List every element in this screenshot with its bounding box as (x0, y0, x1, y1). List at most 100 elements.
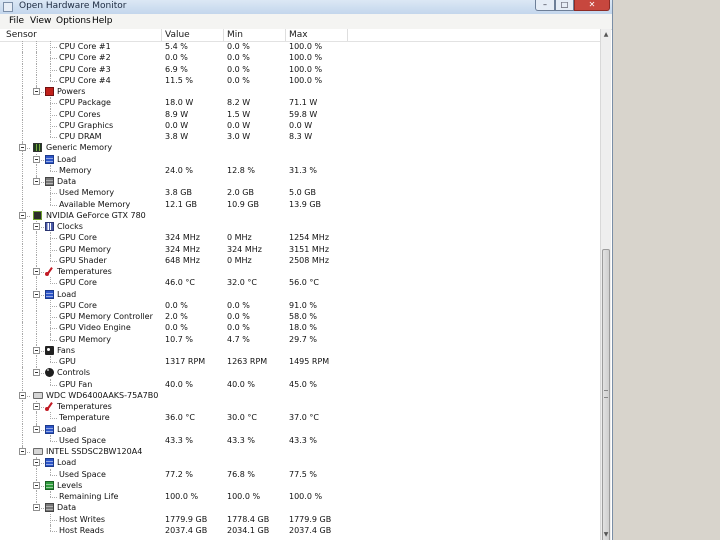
sensor-group-row[interactable]: Fans (0, 344, 600, 356)
tree-line (36, 232, 37, 244)
collapse-toggle-icon[interactable] (33, 403, 40, 410)
collapse-toggle-icon[interactable] (33, 268, 40, 275)
collapse-toggle-icon[interactable] (33, 425, 40, 433)
collapse-toggle-icon[interactable] (33, 88, 40, 95)
column-header-min[interactable]: Min (224, 29, 286, 41)
sensor-group-row[interactable]: Data (0, 502, 600, 513)
sensor-group-row[interactable]: Powers (0, 86, 600, 98)
sensor-row[interactable]: CPU Core #2 0.0 % 0.0 % 100.0 % (0, 52, 600, 64)
sensor-row[interactable]: CPU Core #1 5.4 % 0.0 % 100.0 % (0, 41, 600, 53)
sensor-row[interactable]: Host Writes 1779.9 GB 1778.4 GB 1779.9 GB (0, 513, 600, 525)
scroll-down-icon[interactable]: ▼ (601, 529, 611, 540)
sensor-max: 100.0 % (289, 53, 323, 63)
collapse-toggle-icon[interactable] (33, 369, 40, 377)
tree-branch (50, 317, 57, 318)
sensor-row[interactable]: Temperature 36.0 °C 30.0 °C 37.0 °C (0, 412, 600, 424)
sensor-min: 0.0 W (227, 120, 251, 130)
sensor-row[interactable]: GPU Memory 10.7 % 4.7 % 29.7 % (0, 333, 600, 345)
tree-line (22, 232, 23, 244)
sensor-group-row[interactable]: Load (0, 288, 600, 300)
sensor-group-row[interactable]: Data (0, 176, 600, 188)
sensor-group-row[interactable]: Controls (0, 367, 600, 379)
menu-file[interactable]: File (9, 15, 24, 27)
close-button[interactable]: ✕ (574, 0, 610, 11)
sensor-group-row[interactable]: Levels (0, 479, 600, 491)
collapse-toggle-icon[interactable] (33, 223, 40, 230)
collapse-toggle-icon[interactable] (19, 391, 26, 399)
vertical-scrollbar[interactable]: ▲ ▼ (600, 29, 611, 540)
sensor-row[interactable]: Used Memory 3.8 GB 2.0 GB 5.0 GB (0, 187, 600, 199)
data-icon (45, 177, 54, 186)
tree-line (22, 412, 23, 424)
column-header-max[interactable]: Max (286, 29, 348, 41)
sensor-row[interactable]: GPU Shader 648 MHz 0 MHz 2508 MHz (0, 254, 600, 266)
collapse-toggle-icon[interactable] (19, 144, 26, 152)
collapse-toggle-icon[interactable] (19, 211, 26, 219)
sensor-row[interactable]: Remaining Life 100.0 % 100.0 % 100.0 % (0, 491, 600, 503)
sensor-value: 3.8 GB (165, 188, 192, 198)
menu-help[interactable]: Help (92, 15, 113, 27)
scroll-up-icon[interactable]: ▲ (601, 29, 611, 40)
menu-options[interactable]: Options (56, 15, 91, 27)
sensor-value: 24.0 % (165, 165, 193, 175)
sensor-name: CPU Core #3 (59, 64, 111, 74)
sensor-row[interactable]: GPU 1317 RPM 1263 RPM 1495 RPM (0, 356, 600, 368)
tree-line (22, 266, 23, 278)
column-header-sensor[interactable]: Sensor (0, 29, 162, 41)
sensor-group-row[interactable]: Temperatures (0, 266, 600, 278)
collapse-toggle-icon[interactable] (33, 504, 40, 512)
sensor-row[interactable]: GPU Memory 324 MHz 324 MHz 3151 MHz (0, 243, 600, 255)
sensor-row[interactable]: Used Space 77.2 % 76.8 % 77.5 % (0, 468, 600, 480)
collapse-toggle-icon[interactable] (33, 178, 40, 185)
tree-line (22, 131, 23, 143)
collapse-toggle-icon[interactable] (33, 290, 40, 298)
maximize-button[interactable]: □ (555, 0, 574, 11)
sensor-row[interactable]: CPU Core #4 11.5 % 0.0 % 100.0 % (0, 74, 600, 86)
title-bar[interactable]: Open Hardware Monitor – □ ✕ (0, 0, 612, 14)
sensor-row[interactable]: CPU Cores 8.9 W 1.5 W 59.8 W (0, 108, 600, 120)
sensor-row[interactable]: CPU DRAM 3.8 W 3.0 W 8.3 W (0, 131, 600, 143)
sensor-name: GPU Memory (59, 244, 111, 254)
sensor-row[interactable]: Used Space 43.3 % 43.3 % 43.3 % (0, 434, 600, 446)
sensor-min: 0 MHz (227, 233, 252, 243)
tree-line (22, 378, 23, 390)
sensor-group-row[interactable]: Clocks (0, 221, 600, 233)
sensor-row[interactable]: GPU Memory Controller 2.0 % 0.0 % 58.0 % (0, 311, 600, 323)
sensor-row[interactable]: GPU Core 0.0 % 0.0 % 91.0 % (0, 299, 600, 311)
collapse-toggle-icon[interactable] (33, 481, 40, 489)
sensor-row[interactable]: GPU Core 46.0 °C 32.0 °C 56.0 °C (0, 277, 600, 289)
tree-branch (50, 440, 57, 442)
sensor-group-row[interactable]: Load (0, 423, 600, 435)
sensor-row[interactable]: Available Memory 12.1 GB 10.9 GB 13.9 GB (0, 198, 600, 210)
collapse-toggle-icon[interactable] (33, 346, 40, 354)
column-header-value[interactable]: Value (162, 29, 224, 41)
collapse-toggle-icon[interactable] (33, 155, 40, 163)
sensor-row[interactable]: CPU Package 18.0 W 8.2 W 71.1 W (0, 97, 600, 109)
sensor-row[interactable]: GPU Core 324 MHz 0 MHz 1254 MHz (0, 232, 600, 244)
minimize-button[interactable]: – (535, 0, 555, 11)
hardware-row[interactable]: Generic Memory (0, 142, 600, 154)
sensor-row[interactable]: CPU Graphics 0.0 W 0.0 W 0.0 W (0, 119, 600, 131)
sensor-row[interactable]: Host Reads 2037.4 GB 2034.1 GB 2037.4 GB (0, 524, 600, 536)
sensor-value: 100.0 % (165, 492, 199, 501)
sensor-min: 0.0 % (227, 42, 250, 51)
tree-branch (50, 69, 57, 71)
sensor-row[interactable]: GPU Video Engine 0.0 % 0.0 % 18.0 % (0, 322, 600, 334)
scroll-thumb[interactable] (602, 249, 610, 540)
sensor-row[interactable]: CPU Core #3 6.9 % 0.0 % 100.0 % (0, 63, 600, 75)
fan-icon (45, 345, 54, 355)
hardware-row[interactable]: INTEL SSDSC2BW120A4 (0, 446, 600, 457)
collapse-toggle-icon[interactable] (19, 448, 26, 455)
collapse-toggle-icon[interactable] (33, 459, 40, 467)
sensor-group-row[interactable]: Load (0, 457, 600, 469)
sensor-row[interactable]: Memory 24.0 % 12.8 % 31.3 % (0, 164, 600, 176)
sensor-tree[interactable]: CPU Core #1 5.4 % 0.0 % 100.0 % CPU Core #2 0… (0, 41, 600, 540)
sensor-group-row[interactable]: Load (0, 153, 600, 165)
hardware-row[interactable]: NVIDIA GeForce GTX 780 (0, 209, 600, 221)
sensor-row[interactable]: GPU Fan 40.0 % 40.0 % 45.0 % (0, 378, 600, 390)
menu-view[interactable]: View (30, 15, 51, 27)
tree-line (22, 243, 23, 255)
hardware-row[interactable]: WDC WD6400AAKS-75A7B0 (0, 389, 600, 401)
sensor-group-row[interactable]: Temperatures (0, 401, 600, 413)
tree-branch (50, 260, 57, 262)
